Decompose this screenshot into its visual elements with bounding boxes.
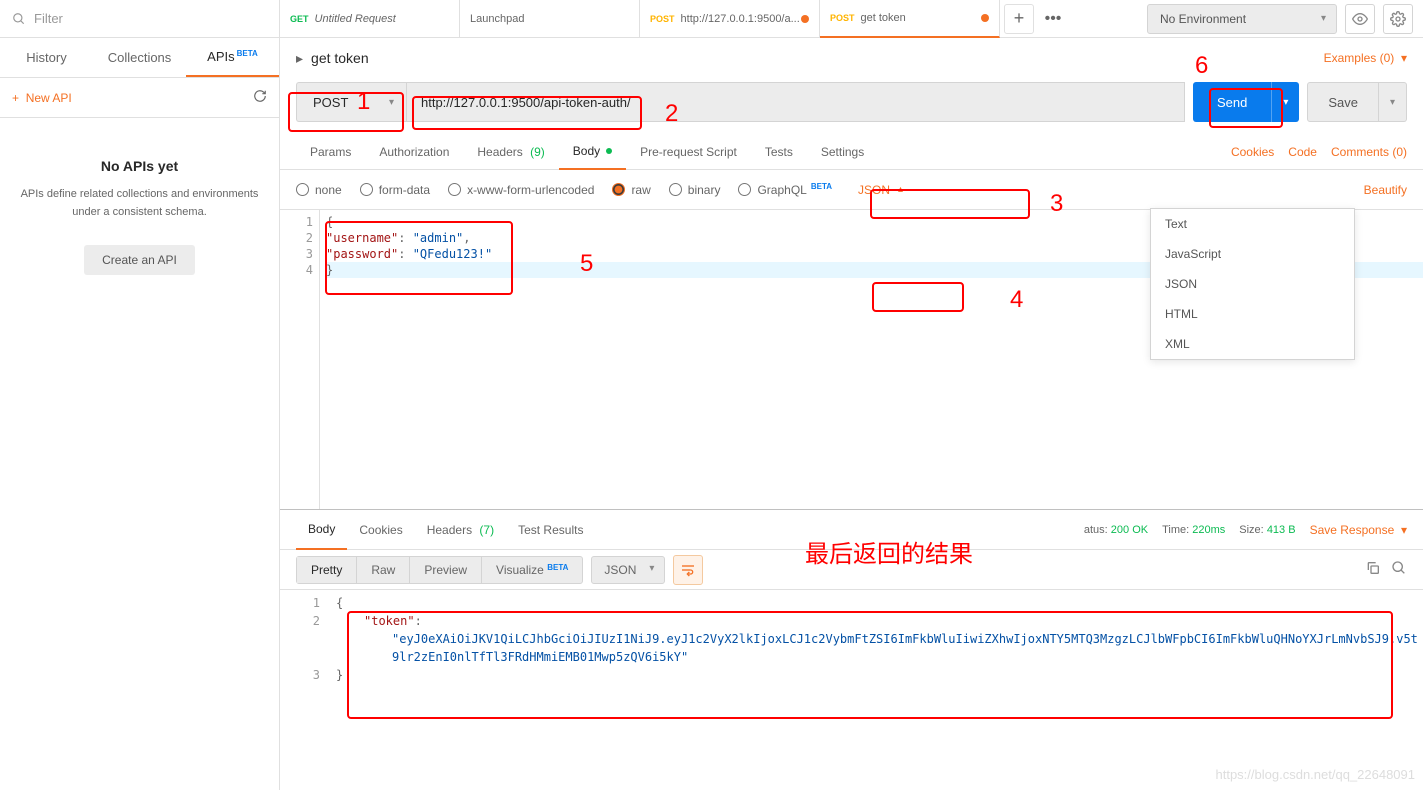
examples-link[interactable]: Examples (0) ▾ bbox=[1324, 51, 1407, 65]
radio-raw[interactable]: raw bbox=[612, 183, 650, 197]
cookies-link[interactable]: Cookies bbox=[1231, 145, 1274, 159]
subtab-prereq[interactable]: Pre-request Script bbox=[626, 134, 751, 170]
copy-icon[interactable] bbox=[1365, 560, 1381, 579]
save-response-link[interactable]: Save Response ▾ bbox=[1310, 523, 1407, 537]
radio-none[interactable]: none bbox=[296, 183, 342, 197]
empty-desc: APIs define related collections and envi… bbox=[20, 186, 259, 221]
wrap-icon[interactable] bbox=[673, 555, 703, 585]
dirty-dot bbox=[981, 14, 989, 22]
request-tab-2[interactable]: POSThttp://127.0.0.1:9500/a... bbox=[640, 0, 820, 38]
subtab-tests[interactable]: Tests bbox=[751, 134, 807, 170]
environment-select[interactable]: No Environment bbox=[1147, 4, 1337, 34]
resp-tab-body[interactable]: Body bbox=[296, 510, 347, 550]
tab-collections[interactable]: Collections bbox=[93, 38, 186, 77]
resp-tab-tests[interactable]: Test Results bbox=[506, 510, 595, 550]
raw-format-select[interactable]: JSON bbox=[850, 181, 927, 199]
save-caret-button[interactable]: ▾ bbox=[1379, 82, 1407, 122]
format-item-html[interactable]: HTML bbox=[1151, 299, 1354, 329]
format-item-xml[interactable]: XML bbox=[1151, 329, 1354, 359]
dirty-dot bbox=[801, 15, 809, 23]
search-response-icon[interactable] bbox=[1391, 560, 1407, 579]
subtab-settings[interactable]: Settings bbox=[807, 134, 878, 170]
send-caret-button[interactable]: ▾ bbox=[1271, 82, 1299, 122]
radio-formdata[interactable]: form-data bbox=[360, 183, 430, 197]
request-tab-1[interactable]: Launchpad bbox=[460, 0, 640, 38]
url-input[interactable] bbox=[406, 82, 1185, 122]
view-preview[interactable]: Preview bbox=[409, 557, 481, 583]
radio-binary[interactable]: binary bbox=[669, 183, 721, 197]
subtab-headers[interactable]: Headers (9) bbox=[463, 134, 558, 170]
settings-icon[interactable] bbox=[1383, 4, 1413, 34]
subtab-body[interactable]: Body bbox=[559, 134, 626, 170]
view-pretty[interactable]: Pretty bbox=[297, 557, 356, 583]
resp-tab-cookies[interactable]: Cookies bbox=[347, 510, 414, 550]
radio-graphql[interactable]: GraphQLBETA bbox=[738, 183, 832, 197]
request-name: get token bbox=[311, 50, 369, 66]
empty-title: No APIs yet bbox=[20, 158, 259, 174]
format-item-text[interactable]: Text bbox=[1151, 209, 1354, 239]
response-body[interactable]: 12 3 { "token": "eyJ0eXAiOiJKV1QiLCJhbGc… bbox=[280, 590, 1423, 790]
refresh-icon[interactable] bbox=[253, 89, 267, 106]
new-tab-button[interactable]: + bbox=[1004, 4, 1034, 34]
env-preview-icon[interactable] bbox=[1345, 4, 1375, 34]
subtab-auth[interactable]: Authorization bbox=[365, 134, 463, 170]
tab-history[interactable]: History bbox=[0, 38, 93, 77]
request-tab-3[interactable]: POSTget token bbox=[820, 0, 1000, 38]
search-icon bbox=[12, 12, 26, 26]
view-visualize[interactable]: Visualize BETA bbox=[481, 557, 582, 583]
new-api-button[interactable]: + New API bbox=[12, 91, 72, 105]
format-item-json[interactable]: JSON bbox=[1151, 269, 1354, 299]
filter-input[interactable] bbox=[34, 11, 267, 26]
format-item-javascript[interactable]: JavaScript bbox=[1151, 239, 1354, 269]
beautify-link[interactable]: Beautify bbox=[1364, 183, 1407, 197]
save-button[interactable]: Save bbox=[1307, 82, 1379, 122]
response-format-select[interactable]: JSON bbox=[591, 556, 665, 584]
create-api-button[interactable]: Create an API bbox=[84, 245, 195, 275]
caret-right-icon[interactable]: ▸ bbox=[296, 50, 303, 67]
view-raw[interactable]: Raw bbox=[356, 557, 409, 583]
resp-tab-headers[interactable]: Headers (7) bbox=[415, 510, 506, 550]
subtab-params[interactable]: Params bbox=[296, 134, 365, 170]
body-dot-icon bbox=[606, 148, 612, 154]
method-select[interactable]: POST bbox=[296, 82, 406, 122]
code-link[interactable]: Code bbox=[1288, 145, 1317, 159]
send-button[interactable]: Send bbox=[1193, 82, 1271, 122]
comments-link[interactable]: Comments (0) bbox=[1331, 145, 1407, 159]
request-tab-0[interactable]: GETUntitled Request bbox=[280, 0, 460, 38]
radio-xwww[interactable]: x-www-form-urlencoded bbox=[448, 183, 594, 197]
format-dropdown: Text JavaScript JSON HTML XML bbox=[1150, 208, 1355, 360]
more-tabs-icon[interactable]: ••• bbox=[1038, 10, 1068, 28]
tab-apis[interactable]: APIsBETA bbox=[186, 38, 279, 77]
